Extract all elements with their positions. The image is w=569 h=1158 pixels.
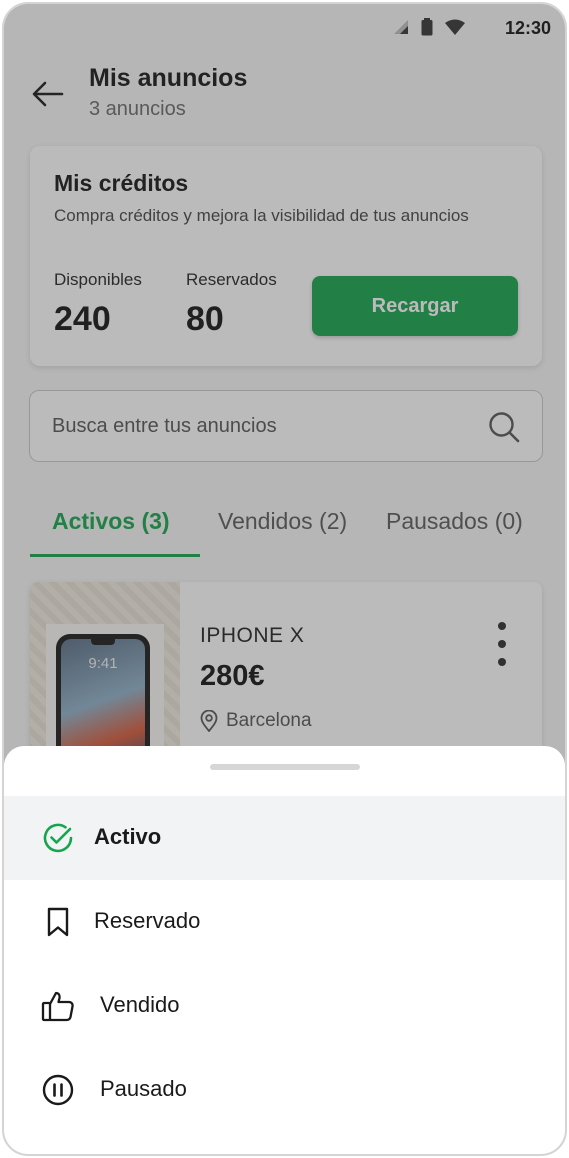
status-option-activo[interactable]: Activo bbox=[4, 796, 565, 880]
status-option-label: Vendido bbox=[100, 992, 180, 1017]
thumbs-up-icon bbox=[40, 988, 76, 1024]
check-circle-icon bbox=[40, 820, 76, 856]
status-option-reservado[interactable]: Reservado bbox=[4, 880, 565, 964]
status-bottom-sheet: Activo Reservado Vendido Pausado bbox=[4, 746, 565, 1154]
bookmark-icon bbox=[40, 904, 76, 940]
pause-circle-icon bbox=[40, 1072, 76, 1108]
status-option-pausado[interactable]: Pausado bbox=[4, 1048, 565, 1132]
status-option-label: Reservado bbox=[94, 908, 201, 933]
status-option-label: Activo bbox=[94, 824, 162, 849]
status-option-label: Pausado bbox=[100, 1076, 187, 1101]
phone-frame: 12:30 Mis anuncios 3 anuncios Mis crédit… bbox=[2, 2, 567, 1156]
sheet-drag-handle[interactable] bbox=[210, 764, 360, 770]
status-option-vendido[interactable]: Vendido bbox=[4, 964, 565, 1048]
